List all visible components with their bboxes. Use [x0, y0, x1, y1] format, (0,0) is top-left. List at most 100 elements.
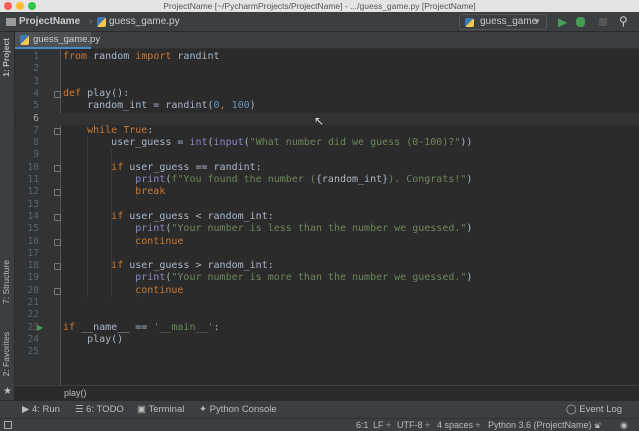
fold-marker-icon[interactable] [54, 164, 61, 172]
code-token: user_guess == randint: [123, 161, 262, 173]
project-tool-button[interactable]: 1: Project [1, 38, 11, 77]
code-line[interactable]: def play(): [63, 88, 129, 100]
folder-icon [6, 18, 16, 26]
tab-guess-game[interactable]: guess_game.py × [15, 32, 100, 60]
code-line[interactable]: if user_guess < random_int: [63, 211, 274, 223]
code-token: "What number did we guess (0-100)?" [249, 137, 461, 149]
debug-icon[interactable] [576, 17, 585, 27]
code-line[interactable]: continue [63, 236, 183, 248]
event-log-button[interactable]: ◯ Event Log [566, 404, 622, 415]
run-tool-button[interactable]: ▶ 4: Run [22, 404, 60, 415]
fold-marker-icon[interactable] [54, 213, 61, 221]
fold-marker-icon[interactable] [54, 127, 61, 135]
interpreter-selector[interactable]: Python 3.6 (ProjectName) ÷ [488, 419, 599, 431]
code-token: : [213, 321, 220, 333]
code-token: if [111, 260, 124, 272]
code-token: f"You found the number ( [171, 174, 316, 185]
code-token: print [135, 223, 166, 235]
line-number: 5 [33, 100, 39, 112]
code-token: ) [466, 223, 473, 235]
breadcrumb-file[interactable]: guess_game.py [109, 16, 180, 27]
status-bar: 6:1 LF ÷ UTF-8 ÷ 4 spaces ÷ Python 3.6 (… [0, 418, 639, 431]
code-line[interactable]: user_guess = int(input("What number did … [63, 137, 472, 149]
code-token: print [135, 174, 166, 185]
editor-tab-bar: guess_game.py × [15, 32, 639, 60]
search-icon[interactable]: ⚲ [619, 14, 628, 28]
code-line[interactable]: random_int = randint(0, 100) [63, 100, 256, 112]
lock-icon[interactable]: 🔓︎ [595, 419, 601, 431]
code-line[interactable]: play() [63, 334, 123, 346]
line-number: 7 [33, 124, 39, 136]
code-token: , [219, 100, 232, 112]
fold-marker-icon[interactable] [54, 189, 61, 197]
current-line-highlight [15, 112, 639, 125]
line-number: 6 [33, 112, 39, 124]
line-number: 25 [27, 346, 39, 358]
line-number: 11 [27, 174, 39, 185]
line-number: 16 [27, 235, 39, 247]
line-number: 19 [27, 272, 39, 284]
code-line[interactable]: while True: [63, 125, 153, 137]
breadcrumb-project[interactable]: ProjectName [19, 16, 80, 27]
window-title-bar: ProjectName [~/PycharmProjects/ProjectNa… [0, 0, 639, 12]
favorites-tool-button[interactable]: 2: Favorites [1, 332, 11, 376]
code-line[interactable]: print("Your number is more than the numb… [63, 272, 472, 284]
caret-position[interactable]: 6:1 [356, 419, 369, 431]
code-token: import [135, 51, 172, 62]
stop-icon[interactable] [599, 18, 607, 26]
tool-window-bar: ▶ 4: Run ☰ 6: TODO ▣ Terminal ✦ Python C… [0, 400, 639, 418]
code-line[interactable]: continue [63, 285, 183, 297]
code-line[interactable]: print("Your number is less than the numb… [63, 223, 472, 235]
breadcrumb-function[interactable]: play() [64, 388, 87, 398]
todo-tool-button[interactable]: ☰ 6: TODO [75, 404, 124, 415]
breadcrumb-separator: › [89, 16, 93, 27]
code-line[interactable]: if __name__ == '__main__': [63, 322, 220, 334]
line-number: 24 [27, 333, 39, 345]
code-token: __name__ == [75, 321, 154, 333]
code-token: while True [87, 124, 148, 136]
python-console-tool-button[interactable]: ✦ Python Console [199, 404, 277, 415]
maximize-window-button[interactable] [28, 2, 36, 10]
run-configuration-dropdown[interactable]: guess_game ▼ [459, 14, 547, 30]
line-number: 8 [33, 137, 39, 149]
code-line[interactable]: print(f"You found the number ({random_in… [63, 174, 472, 186]
fold-marker-icon[interactable] [54, 263, 61, 271]
terminal-tool-button[interactable]: ▣ Terminal [137, 404, 184, 415]
code-token: randint [171, 51, 220, 62]
fold-marker-icon[interactable] [54, 287, 61, 295]
code-line[interactable]: break [63, 186, 165, 198]
fold-marker-icon[interactable] [54, 90, 61, 98]
line-number: 18 [27, 260, 39, 272]
indent-setting[interactable]: 4 spaces ÷ [437, 419, 480, 431]
line-number: 17 [27, 247, 39, 259]
code-line[interactable]: from random import randint [63, 51, 220, 63]
toggle-tool-windows-icon[interactable] [4, 421, 12, 429]
code-line[interactable]: if user_guess > random_int: [63, 260, 274, 272]
line-number: 10 [27, 161, 39, 173]
code-token: if [111, 161, 124, 173]
close-window-button[interactable] [4, 2, 12, 10]
file-encoding[interactable]: UTF-8 ÷ [397, 419, 430, 431]
code-token: "Your number is less than the number we … [171, 223, 467, 235]
fold-marker-icon[interactable] [54, 238, 61, 246]
code-line[interactable]: if user_guess == randint: [63, 162, 262, 174]
code-token: play() [63, 333, 124, 345]
code-token: user_guess = [63, 137, 190, 149]
code-token: play(): [81, 87, 130, 99]
run-icon[interactable]: ▶ [558, 15, 567, 29]
minimize-window-button[interactable] [16, 2, 24, 10]
code-token: random_int = randint( [63, 100, 214, 112]
tab-label: guess_game.py [33, 34, 101, 45]
inspector-icon[interactable]: ◉ [620, 419, 628, 431]
line-separator[interactable]: LF ÷ [373, 419, 391, 431]
favorites-star-icon: ★ [3, 386, 12, 397]
structure-tool-button[interactable]: 7: Structure [1, 260, 11, 304]
run-gutter-icon[interactable]: ▶ [37, 323, 43, 332]
code-token: )) [460, 137, 473, 149]
